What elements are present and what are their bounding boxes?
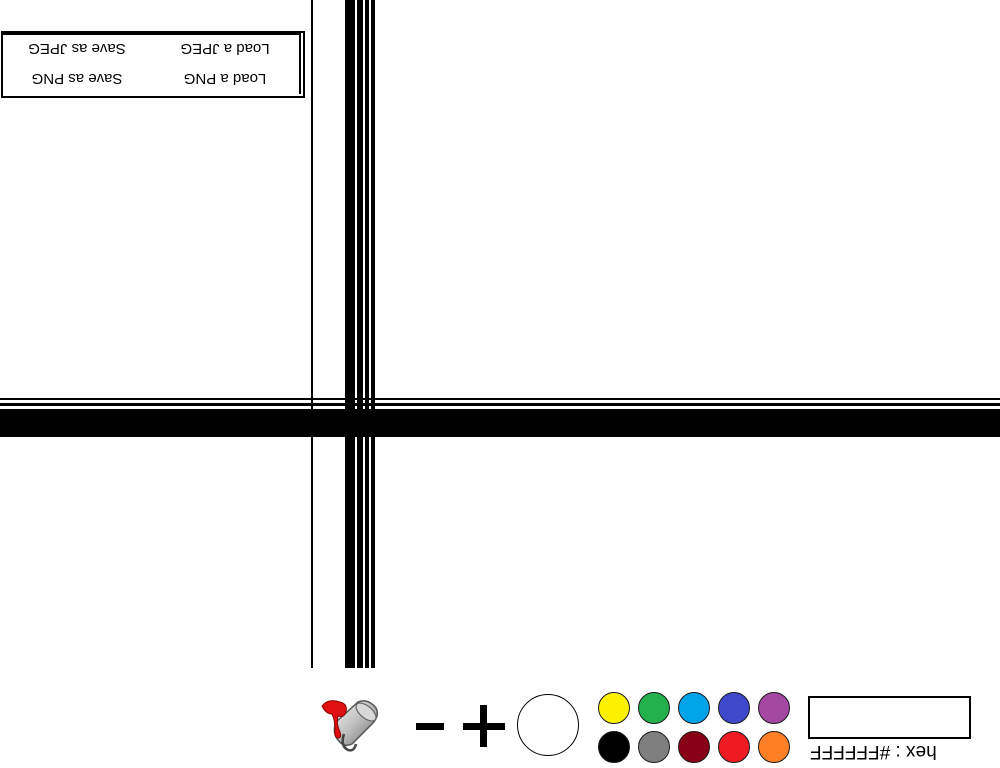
file-menu: Save as JPEG Load a JPEG Save as PNG Loa… <box>1 31 305 98</box>
save-png-button[interactable]: Save as PNG <box>3 63 151 94</box>
color-swatch-dark-red[interactable] <box>678 731 710 763</box>
load-jpeg-button[interactable]: Load a JPEG <box>151 33 301 63</box>
canvas-stroke <box>0 398 1000 400</box>
color-swatch-orange[interactable] <box>758 731 790 763</box>
drawing-canvas[interactable] <box>0 0 1000 668</box>
canvas-stroke <box>0 409 1000 437</box>
color-swatch-green[interactable] <box>638 692 670 724</box>
color-swatch-sky-blue[interactable] <box>678 692 710 724</box>
minus-icon <box>416 723 444 730</box>
canvas-stroke <box>365 0 369 668</box>
paint-bucket-icon[interactable] <box>318 694 382 756</box>
save-jpeg-button[interactable]: Save as JPEG <box>3 33 151 63</box>
load-png-button[interactable]: Load a PNG <box>151 63 301 94</box>
increase-size-button[interactable] <box>460 702 508 750</box>
canvas-stroke <box>311 0 313 668</box>
color-swatch-black[interactable] <box>598 731 630 763</box>
canvas-stroke <box>0 403 1000 406</box>
decrease-size-button[interactable] <box>414 702 446 750</box>
paint-app: Save as JPEG Load a JPEG Save as PNG Loa… <box>0 0 1000 768</box>
canvas-stroke <box>371 0 375 668</box>
color-swatch-yellow[interactable] <box>598 692 630 724</box>
hex-label: hex : #FFFFFF <box>810 741 937 762</box>
hex-color-input[interactable] <box>808 696 971 739</box>
canvas-stroke <box>357 0 363 668</box>
color-swatch-red[interactable] <box>718 731 750 763</box>
color-swatch-blue[interactable] <box>718 692 750 724</box>
canvas-stroke <box>345 0 355 668</box>
color-swatch-gray[interactable] <box>638 731 670 763</box>
color-swatch-purple[interactable] <box>758 692 790 724</box>
brush-preview <box>517 694 579 756</box>
